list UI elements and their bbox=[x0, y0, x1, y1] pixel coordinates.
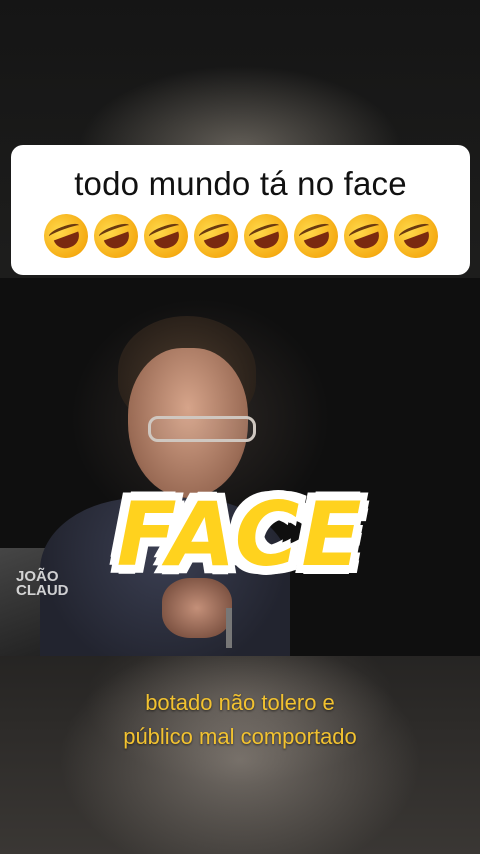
caption-text: todo mundo tá no face bbox=[74, 165, 407, 202]
subtitle-line1: botado não tolero e bbox=[145, 690, 335, 715]
rolling-on-floor-laughing-icon bbox=[337, 207, 394, 265]
rolling-on-floor-laughing-icon bbox=[137, 207, 194, 265]
rolling-on-floor-laughing-icon bbox=[87, 207, 144, 265]
video-frame[interactable]: JOÃO CLAUD bbox=[0, 278, 480, 656]
emoji-row bbox=[11, 207, 470, 265]
rolling-on-floor-laughing-icon bbox=[37, 207, 94, 265]
rolling-on-floor-laughing-icon bbox=[387, 207, 444, 265]
subtitle-line2: público mal comportado bbox=[123, 724, 357, 749]
glasses bbox=[148, 416, 256, 442]
big-word-overlay: FACE bbox=[114, 480, 365, 589]
video-screen[interactable]: JOÃO CLAUD todo mundo tá no face FACE bo… bbox=[0, 0, 480, 854]
caption-box: todo mundo tá no face bbox=[11, 145, 470, 275]
microphone bbox=[226, 608, 232, 648]
rolling-on-floor-laughing-icon bbox=[187, 207, 244, 265]
subtitle: botado não tolero e público mal comporta… bbox=[0, 686, 480, 754]
rolling-on-floor-laughing-icon bbox=[237, 207, 294, 265]
rolling-on-floor-laughing-icon bbox=[287, 207, 344, 265]
